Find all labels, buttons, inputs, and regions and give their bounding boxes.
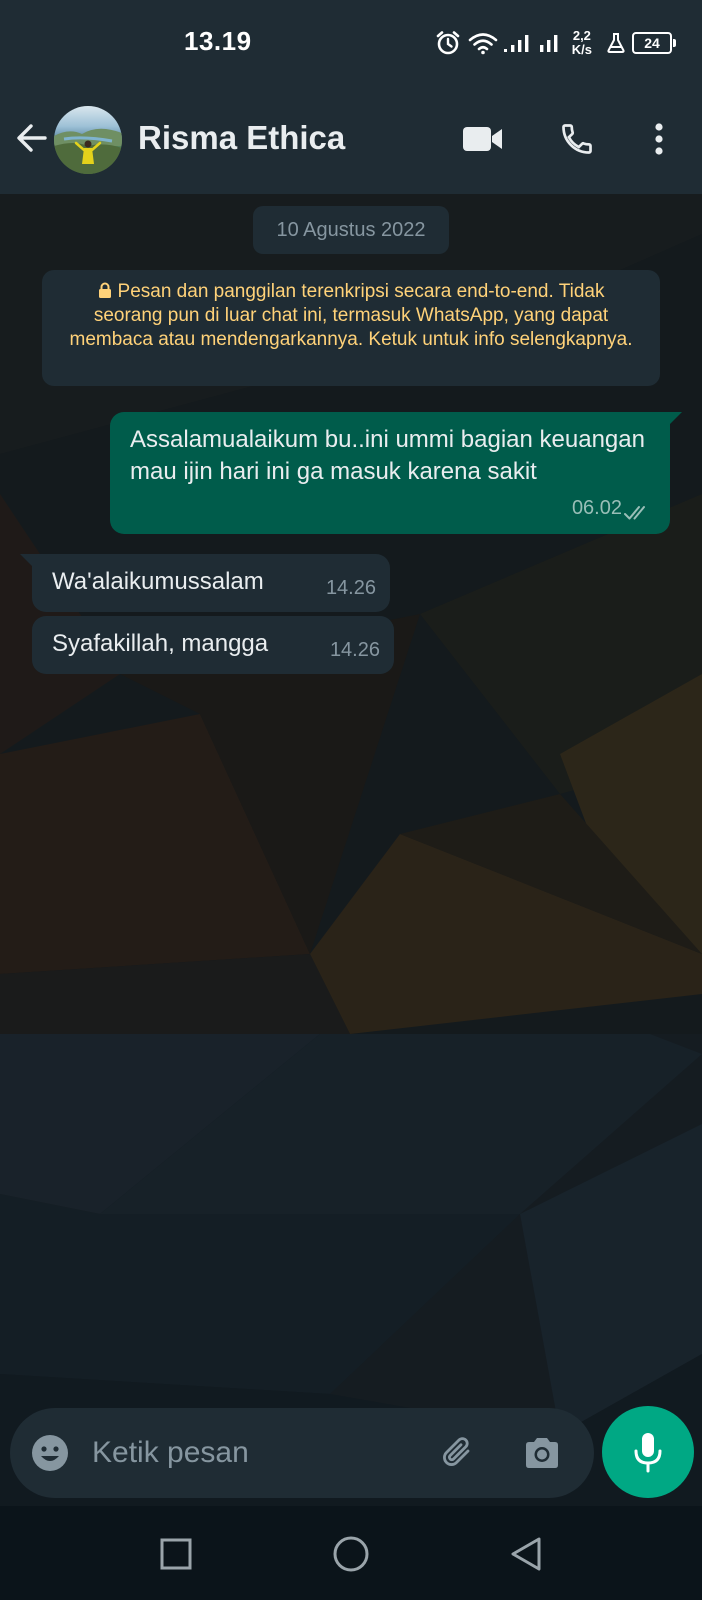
message-input[interactable]	[92, 1428, 412, 1478]
contact-name[interactable]: Risma Ethica	[138, 119, 345, 157]
back-button[interactable]	[12, 118, 52, 158]
signal-icon	[503, 31, 534, 55]
mic-icon	[634, 1433, 662, 1473]
message-composer	[10, 1408, 594, 1498]
system-back-button[interactable]	[502, 1530, 550, 1578]
bubble-tail	[668, 412, 682, 426]
battery-icon: 24	[632, 32, 676, 54]
emoji-button[interactable]	[28, 1431, 72, 1475]
chat-area[interactable]: 10 Agustus 2022 Pesan dan panggilan tere…	[0, 194, 702, 1506]
status-icons: 2,2 K/s 24	[434, 24, 676, 62]
voice-message-button[interactable]	[602, 1406, 694, 1498]
voice-call-button[interactable]	[550, 112, 604, 166]
message-time: 14.26	[325, 577, 376, 599]
home-circle-icon	[333, 1536, 369, 1572]
encryption-notice-text: Pesan dan panggilan terenkripsi secara e…	[69, 281, 633, 350]
message-time: 06.02	[571, 497, 622, 519]
message-text: Wa'alaikumussalam	[52, 568, 264, 595]
recents-button[interactable]	[152, 1530, 200, 1578]
encryption-notice[interactable]: Pesan dan panggilan terenkripsi secara e…	[42, 270, 660, 386]
home-button[interactable]	[327, 1530, 375, 1578]
attach-button[interactable]	[434, 1429, 482, 1477]
network-speed-value: 2,2	[572, 28, 591, 43]
message-time: 14.26	[329, 639, 380, 661]
message-text: Syafakillah, mangga	[52, 630, 269, 657]
message-bubble-incoming[interactable]: Wa'alaikumussalam 14.26	[20, 554, 390, 612]
network-speed-unit: K/s	[571, 42, 592, 57]
status-bar: 13.19 2,2 K/s 24	[0, 0, 702, 86]
lock-icon	[98, 282, 111, 298]
message-bubble-incoming[interactable]: Syafakillah, mangga 14.26	[32, 616, 394, 674]
date-separator: 10 Agustus 2022	[253, 206, 449, 254]
signal-icon	[539, 31, 564, 55]
battery-level: 24	[644, 35, 660, 51]
more-vert-icon	[655, 123, 663, 155]
double-check-icon	[624, 506, 645, 520]
back-arrow-icon	[17, 124, 47, 152]
phone-icon	[562, 124, 592, 154]
avatar[interactable]	[54, 106, 122, 174]
avatar-photo	[54, 128, 122, 174]
emoji-icon	[32, 1435, 68, 1471]
back-triangle-icon	[511, 1537, 541, 1571]
video-call-icon	[463, 127, 502, 151]
recents-square-icon	[160, 1538, 192, 1570]
message-text: Assalamualaikum bu..ini ummi bagian keua…	[130, 426, 645, 485]
camera-icon	[526, 1438, 558, 1468]
wifi-icon	[468, 31, 498, 55]
lab-icon	[606, 31, 626, 55]
attach-icon	[443, 1437, 470, 1466]
camera-button[interactable]	[518, 1429, 566, 1477]
video-call-button[interactable]	[456, 112, 510, 166]
chat-header: Risma Ethica	[0, 86, 702, 194]
status-time: 13.19	[184, 26, 252, 56]
system-nav-bar	[0, 1506, 702, 1600]
chat-wallpaper	[0, 194, 702, 1506]
bubble-tail	[20, 554, 34, 568]
network-speed: 2,2 K/s	[572, 29, 592, 57]
message-bubble-outgoing[interactable]: Assalamualaikum bu..ini ummi bagian keua…	[110, 412, 682, 534]
alarm-icon	[434, 29, 462, 57]
more-options-button[interactable]	[632, 112, 686, 166]
